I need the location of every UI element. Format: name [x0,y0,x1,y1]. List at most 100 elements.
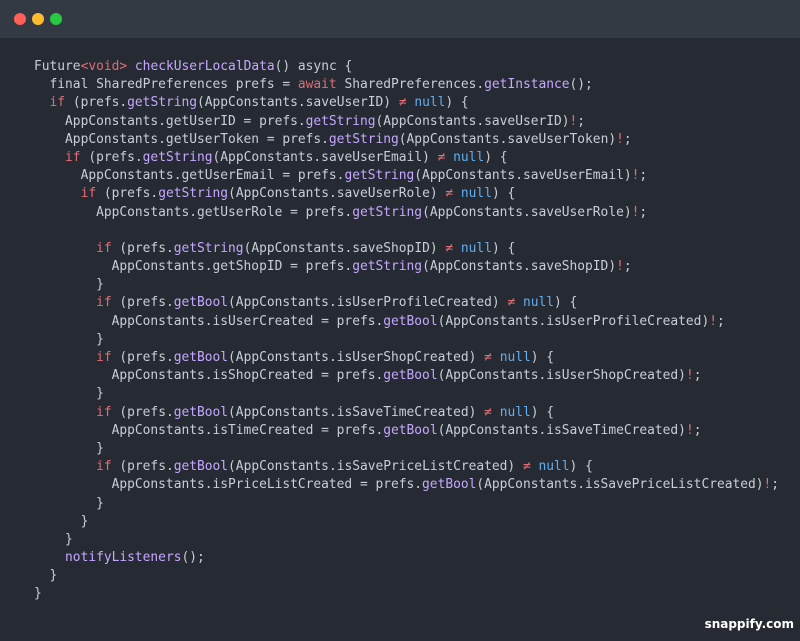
code-token: null [499,350,531,365]
code-token: if [49,95,66,111]
code-token: AppConstants.getShopID = prefs. [34,259,353,275]
code-token: ; [623,259,632,275]
code-token: (); [569,77,593,93]
code-line: AppConstants.isPriceListCreated = prefs.… [34,476,779,494]
code-token: } [34,386,104,402]
code-token: getString [352,259,423,275]
code-token: if [96,350,112,365]
code-token: (prefs. [111,459,174,475]
code-token: getBool [173,350,229,365]
snappify-watermark: snappify.com [704,617,794,631]
code-token: if [80,186,97,202]
code-token: ! [709,313,717,329]
code-token: ) { [491,186,516,202]
code-token: ) { [484,149,508,165]
code-token: ≠ [398,95,407,111]
code-token: ; [639,204,648,220]
code-snippet-window: Future<void> checkUserLocalData() async … [0,0,800,641]
code-token: (AppConstants.saveUserRole) [228,186,446,202]
code-token: getString [352,204,423,220]
code-token: if [96,240,112,256]
code-token: (AppConstants.saveShopID) [422,259,617,275]
minimize-window-icon[interactable] [32,13,44,25]
code-token: } [34,331,104,347]
close-window-icon[interactable] [14,13,26,25]
code-line: } [34,585,779,603]
code-token: getString [328,131,399,147]
code-token: (AppConstants.isSaveTimeCreated) [228,404,485,420]
code-token: AppConstants.getUserID = prefs. [34,113,306,129]
code-token: null [460,240,492,256]
code-line: if (prefs.getString(AppConstants.saveUse… [34,149,779,167]
code-token: await [297,77,337,93]
code-token: (AppConstants.isUserShopCreated) [437,368,686,384]
code-line: if (prefs.getString(AppConstants.saveUse… [34,185,779,203]
code-token: ≠ [445,240,454,256]
code-token: (prefs. [80,149,143,165]
code-token: getString [344,168,415,184]
code-line: AppConstants.isTimeCreated = prefs.getBo… [34,422,779,440]
code-token: } [34,277,104,293]
code-token: (AppConstants.isUserShopCreated) [228,350,485,365]
code-token: if [96,404,112,420]
code-token: ; [693,368,702,384]
code-token: if [65,149,81,165]
code-token: (prefs. [111,240,174,256]
code-line: } [34,531,779,549]
code-token: ) { [445,95,469,111]
code-token: (prefs. [111,350,174,365]
code-token: getString [158,186,229,202]
code-token: (AppConstants.saveUserEmail) [212,149,438,165]
code-token: AppConstants.isUserCreated = prefs. [34,313,384,329]
code-token: if [96,459,112,475]
code-token: null [538,459,570,475]
code-token: (AppConstants.saveUserRole) [422,204,632,220]
code-token: ) { [530,350,555,365]
code-token: null [460,186,492,202]
code-token: ; [693,422,702,438]
code-token: getBool [173,459,229,475]
code-line: if (prefs.getString(AppConstants.saveSho… [34,240,779,258]
code-token: getBool [173,404,229,420]
maximize-window-icon[interactable] [50,13,62,25]
code-line: AppConstants.getShopID = prefs.getString… [34,258,779,276]
code-token: getBool [383,313,438,329]
code-line: AppConstants.getUserToken = prefs.getStr… [34,131,779,149]
code-token: } [34,513,89,529]
code-token: (); [181,550,205,566]
code-token: getBool [383,368,438,384]
code-line: AppConstants.isUserCreated = prefs.getBo… [34,313,779,331]
code-token: null [499,404,531,420]
code-line: if (prefs.getBool(AppConstants.isSaveTim… [34,404,779,422]
code-line: AppConstants.getUserID = prefs.getString… [34,113,779,131]
code-token: (AppConstants.saveUserID) [375,113,570,129]
code-token: (AppConstants.isUserProfileCreated) [437,313,710,329]
code-line: } [34,513,779,531]
code-token: AppConstants.isPriceListCreated = prefs. [34,477,423,493]
code-token: ! [685,368,694,384]
code-token: ; [771,477,780,493]
code-token: <void> [80,59,128,74]
code-token: (AppConstants.isUserProfileCreated) [228,295,508,311]
code-token: } [34,440,104,456]
code-line: } [34,331,779,349]
code-token: null [522,295,555,311]
code-token: notifyListeners [65,550,182,566]
code-token: AppConstants.getUserToken = prefs. [34,131,329,147]
code-token: final SharedPreferences prefs = [34,77,298,93]
code-token: ≠ [522,459,531,475]
code-token: getString [173,240,244,256]
code-line: } [34,385,779,403]
code-token: (prefs. [96,186,159,202]
